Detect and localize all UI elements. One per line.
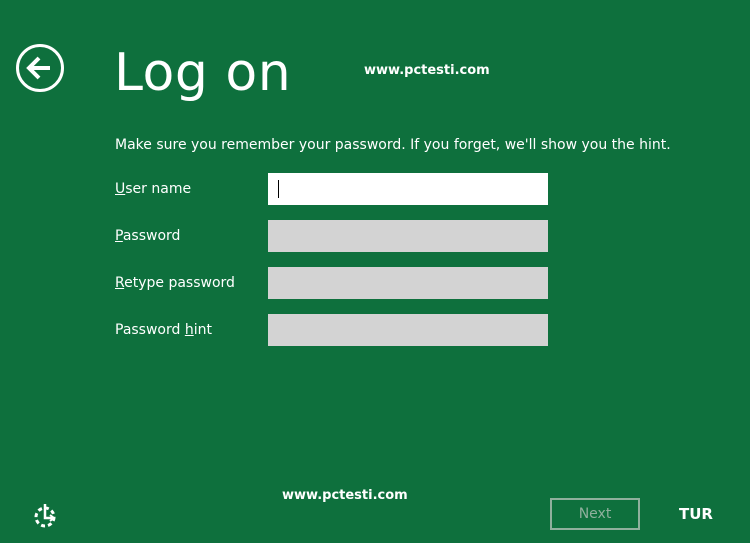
language-indicator[interactable]: TUR (679, 505, 713, 523)
back-arrow-icon (26, 56, 50, 80)
next-button[interactable]: Next (550, 498, 640, 530)
text-caret (278, 180, 279, 198)
access-key: h (184, 322, 194, 338)
password-hint-input[interactable] (268, 314, 548, 346)
watermark-text-top: www.pctesti.com (364, 63, 490, 78)
ease-of-access-icon (34, 504, 56, 528)
retype-password-input[interactable] (268, 267, 548, 299)
access-key: P (115, 228, 123, 244)
access-key: R (115, 275, 125, 291)
user-name-label: User name (115, 181, 192, 197)
ease-of-access-button[interactable] (31, 501, 61, 531)
password-label: Password (115, 228, 181, 244)
watermark-text-bottom: www.pctesti.com (282, 488, 408, 503)
password-hint-label: Password hint (115, 322, 212, 338)
password-input[interactable] (268, 220, 548, 252)
user-name-input[interactable] (268, 173, 548, 205)
access-key: U (115, 181, 126, 197)
instructions-text: Make sure you remember your password. If… (115, 137, 671, 153)
page-title: Log on (114, 43, 292, 103)
back-button[interactable] (16, 44, 64, 92)
retype-password-label: Retype password (115, 275, 235, 291)
